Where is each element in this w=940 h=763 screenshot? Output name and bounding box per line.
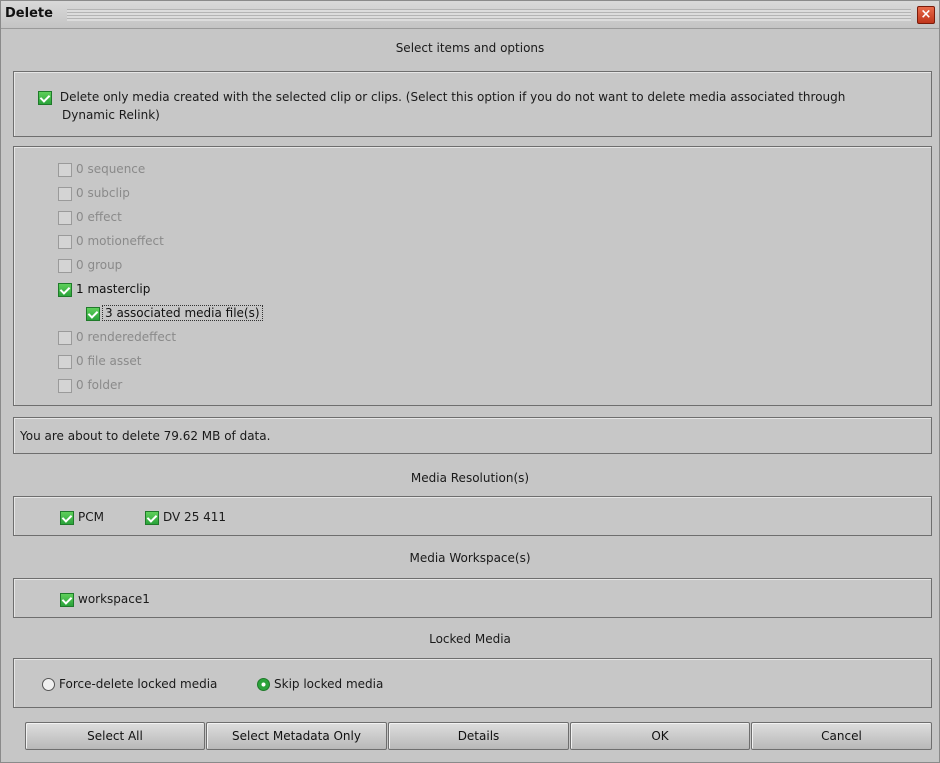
item-label: 0 file asset	[76, 354, 142, 368]
item-label: 3 associated media file(s)	[102, 305, 263, 321]
item-checkbox[interactable]	[58, 234, 72, 249]
items-tree-panel: 0 sequence 0 subclip 0 effect 0 motionef…	[13, 146, 932, 406]
item-effect[interactable]: 0 effect	[58, 208, 122, 226]
item-checkbox[interactable]	[58, 378, 72, 393]
resolution-checkbox[interactable]	[145, 510, 159, 525]
resolution-label: PCM	[78, 510, 104, 524]
item-folder[interactable]: 0 folder	[58, 376, 122, 394]
delete-only-option[interactable]: Delete only media created with the selec…	[38, 89, 845, 105]
title-bar-grip	[67, 9, 911, 21]
section-header-media-resolutions: Media Resolution(s)	[410, 471, 530, 485]
item-sequence[interactable]: 0 sequence	[58, 160, 145, 178]
delete-only-checkbox[interactable]	[38, 90, 52, 105]
resolution-checkbox[interactable]	[60, 510, 74, 525]
item-label: 0 group	[76, 258, 123, 272]
status-message: You are about to delete 79.62 MB of data…	[20, 429, 271, 443]
item-file-asset[interactable]: 0 file asset	[58, 352, 141, 370]
force-delete-label: Force-delete locked media	[59, 677, 218, 691]
item-label: 0 effect	[76, 210, 122, 224]
close-button[interactable]: ×	[917, 6, 935, 24]
item-checkbox[interactable]	[58, 210, 72, 225]
skip-locked-radio[interactable]	[257, 678, 270, 691]
resolution-dv25411[interactable]: DV 25 411	[145, 509, 226, 525]
item-label: 0 renderedeffect	[76, 330, 177, 344]
resolution-pcm[interactable]: PCM	[60, 509, 104, 525]
dialog-title: Delete	[5, 6, 53, 21]
item-checkbox[interactable]	[58, 330, 72, 345]
item-checkbox[interactable]	[58, 162, 72, 177]
select-all-button[interactable]: Select All	[25, 722, 205, 750]
item-group[interactable]: 0 group	[58, 256, 122, 274]
item-masterclip[interactable]: 1 masterclip	[58, 280, 150, 298]
title-bar[interactable]: Delete ×	[1, 1, 939, 29]
ok-button[interactable]: OK	[570, 722, 750, 750]
cancel-button[interactable]: Cancel	[751, 722, 932, 750]
resolution-label: DV 25 411	[163, 510, 227, 524]
delete-dialog: Delete × Select items and options Delete…	[0, 0, 940, 763]
section-header-media-workspaces: Media Workspace(s)	[409, 551, 531, 565]
force-delete-radio[interactable]	[42, 678, 55, 691]
delete-only-label-line1: Delete only media created with the selec…	[59, 90, 846, 104]
item-subclip[interactable]: 0 subclip	[58, 184, 130, 202]
section-header-locked-media: Locked Media	[429, 632, 511, 646]
item-label: 1 masterclip	[76, 282, 151, 296]
select-metadata-only-button[interactable]: Select Metadata Only	[206, 722, 387, 750]
status-panel: You are about to delete 79.62 MB of data…	[13, 417, 932, 454]
item-checkbox[interactable]	[58, 354, 72, 369]
item-checkbox[interactable]	[58, 258, 72, 273]
item-renderedeffect[interactable]: 0 renderedeffect	[58, 328, 176, 346]
details-button[interactable]: Details	[388, 722, 569, 750]
workspaces-panel: workspace1	[13, 578, 932, 618]
item-associated-media[interactable]: 3 associated media file(s)	[86, 304, 263, 322]
force-delete-option[interactable]: Force-delete locked media	[42, 676, 217, 692]
item-label: 0 motioneffect	[76, 234, 164, 248]
skip-locked-option[interactable]: Skip locked media	[257, 676, 383, 692]
item-label: 0 folder	[76, 378, 123, 392]
item-label: 0 subclip	[76, 186, 130, 200]
delete-only-label-line2: Dynamic Relink)	[62, 108, 160, 122]
item-label: 0 sequence	[76, 162, 146, 176]
item-motioneffect[interactable]: 0 motioneffect	[58, 232, 164, 250]
resolutions-panel: PCM DV 25 411	[13, 496, 932, 536]
workspace-1[interactable]: workspace1	[60, 591, 150, 607]
locked-media-panel: Force-delete locked media Skip locked me…	[13, 658, 932, 708]
workspace-checkbox[interactable]	[60, 592, 74, 607]
item-checkbox[interactable]	[86, 306, 100, 321]
workspace-label: workspace1	[78, 592, 150, 606]
item-checkbox[interactable]	[58, 186, 72, 201]
item-checkbox[interactable]	[58, 282, 72, 297]
delete-only-option-panel: Delete only media created with the selec…	[13, 71, 932, 137]
section-header-items-options: Select items and options	[395, 41, 545, 55]
skip-locked-label: Skip locked media	[274, 677, 384, 691]
